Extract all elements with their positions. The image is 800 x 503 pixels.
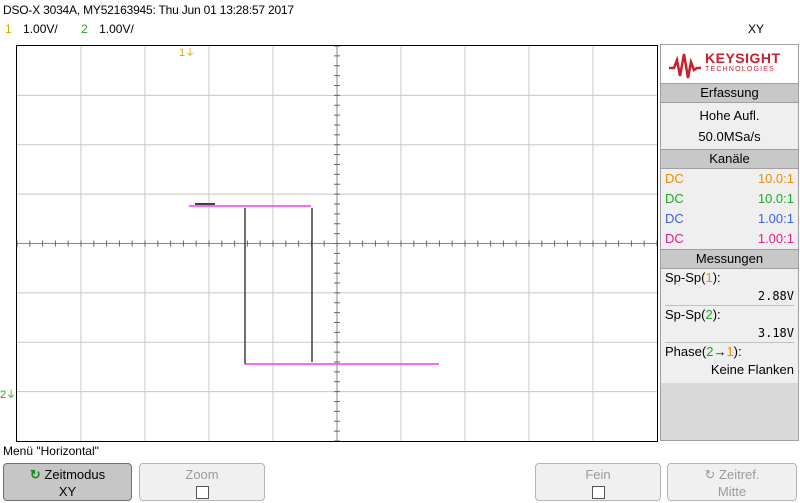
- zeitref-label: Zeitref.: [719, 467, 760, 482]
- zeitref-softkey[interactable]: ↻ Zeitref. Mitte: [667, 463, 797, 501]
- channel-row-1: DC 10.0:1: [661, 169, 798, 189]
- channel-probe: 10.0:1: [757, 171, 794, 186]
- zeitref-value: Mitte: [717, 484, 747, 499]
- rotate-knob-icon: ↻: [704, 467, 716, 482]
- ch1-scale: 1.00V/: [23, 22, 58, 36]
- waveform-display[interactable]: 1⏚: [16, 45, 658, 442]
- zoom-softkey[interactable]: Zoom: [139, 463, 265, 501]
- ch2-scale: 1.00V/: [99, 22, 134, 36]
- channel-probe: 10.0:1: [757, 191, 794, 206]
- channels-header: Kanäle: [661, 149, 798, 169]
- window-title: DSO-X 3034A, MY52163945: Thu Jun 01 13:2…: [3, 3, 294, 17]
- acq-header: Erfassung: [661, 83, 798, 103]
- info-sidebar: KEYSIGHT TECHNOLOGIES Erfassung Hohe Auf…: [660, 44, 799, 441]
- menu-title: Menü "Horizontal": [3, 444, 99, 458]
- channel-coupling: DC: [665, 231, 684, 246]
- phase-label: Phase(2→1):: [665, 342, 794, 361]
- zeitmodus-label: Zeitmodus: [44, 467, 106, 482]
- logo-sub: TECHNOLOGIES: [705, 66, 776, 73]
- measurements: Sp-Sp(1): 2.88V Sp-Sp(2): 3.18V Phase(2→…: [661, 269, 798, 383]
- acq-rate: 50.0MSa/s: [698, 129, 761, 144]
- fein-softkey[interactable]: Fein: [535, 463, 661, 501]
- ch2-number: 2: [81, 22, 88, 36]
- channel-coupling: DC: [665, 211, 684, 226]
- acq-mode: Hohe Aufl.: [699, 108, 760, 123]
- channel-row-2: DC 10.0:1: [661, 189, 798, 209]
- zoom-checkbox[interactable]: [195, 486, 209, 500]
- rotate-knob-icon: ↻: [29, 467, 41, 482]
- ch2-ground-marker: 2⏚: [0, 389, 17, 401]
- zeitmodus-softkey[interactable]: ↻ Zeitmodus XY: [3, 463, 132, 501]
- phase-value: Keine Flanken: [710, 362, 794, 377]
- channels-list: DC 10.0:1 DC 10.0:1 DC 1.00:1 DC 1.00:1: [661, 169, 798, 249]
- channel-probe: 1.00:1: [757, 211, 794, 226]
- zeitmodus-value: XY: [58, 484, 77, 499]
- channel-row-3: DC 1.00:1: [661, 209, 798, 229]
- display-mode: XY: [747, 22, 764, 36]
- ch1-ground-marker: 1⏚: [179, 47, 196, 59]
- channel-coupling: DC: [665, 171, 684, 186]
- graticule: [17, 46, 657, 441]
- ch1-number: 1: [5, 22, 12, 36]
- channel-scales: 1 1.00V/ 2 1.00V/: [5, 22, 142, 36]
- keysight-logo: KEYSIGHT TECHNOLOGIES: [661, 45, 798, 83]
- logo-name: KEYSIGHT: [705, 50, 781, 66]
- meas-header: Messungen: [661, 249, 798, 269]
- channel-probe: 1.00:1: [757, 231, 794, 246]
- fein-label: Fein: [585, 467, 611, 482]
- meas-2-value: 3.18V: [757, 326, 794, 340]
- meas-1-label: Sp-Sp(1):: [665, 270, 721, 285]
- channel-coupling: DC: [665, 191, 684, 206]
- fein-checkbox[interactable]: [591, 486, 605, 500]
- zoom-label: Zoom: [185, 467, 219, 482]
- keysight-wave-icon: [669, 53, 701, 79]
- meas-2-label: Sp-Sp(2):: [665, 305, 794, 324]
- channel-row-4: DC 1.00:1: [661, 229, 798, 249]
- meas-1-value: 2.88V: [757, 289, 794, 303]
